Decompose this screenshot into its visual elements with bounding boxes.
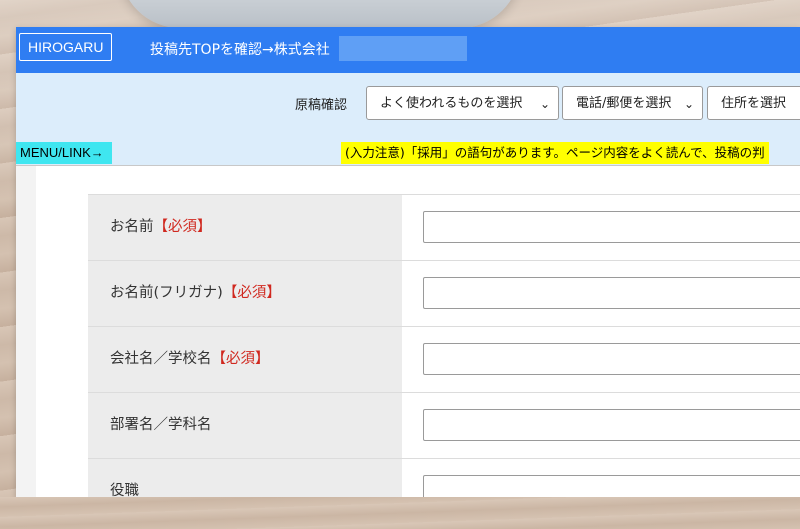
name-input[interactable] bbox=[423, 211, 800, 243]
contact-form-table: お名前【必須】 お名前(フリガナ)【必須】 会社名／学校名【必須】 部署名／学科… bbox=[88, 194, 800, 497]
form-area: お名前【必須】 お名前(フリガナ)【必須】 会社名／学校名【必須】 部署名／学科… bbox=[36, 166, 800, 497]
form-row-position: 役職 bbox=[88, 458, 800, 497]
form-row-name-kana: お名前(フリガナ)【必須】 bbox=[88, 260, 800, 326]
form-row-department: 部署名／学科名 bbox=[88, 392, 800, 458]
desk-foreground bbox=[0, 497, 800, 529]
chevron-down-icon: ⌄ bbox=[539, 97, 550, 111]
department-input[interactable] bbox=[423, 409, 800, 441]
required-badge: 【必須】 bbox=[153, 219, 212, 235]
field-label-text: お名前(フリガナ) bbox=[110, 285, 223, 301]
redacted-company-name bbox=[339, 36, 467, 61]
field-label: 部署名／学科名 bbox=[88, 393, 402, 458]
field-label-text: 役職 bbox=[110, 483, 139, 497]
top-header-bar: HIROGARU 投稿先TOPを確認→株式会社 bbox=[16, 27, 800, 73]
warning-banner: (入力注意)「採用」の語句があります。ページ内容をよく読んで、投稿の判 bbox=[341, 142, 769, 164]
address-select-label: 住所を選択 bbox=[721, 96, 787, 111]
name-kana-input[interactable] bbox=[423, 277, 800, 309]
target-top-link[interactable]: 投稿先TOPを確認→株式会社 bbox=[150, 39, 330, 59]
phone-mail-select-label: 電話/郵便を選択 bbox=[576, 96, 672, 111]
app-logo[interactable]: HIROGARU bbox=[19, 33, 113, 61]
common-items-select[interactable]: よく使われるものを選択 ⌄ bbox=[366, 86, 559, 120]
page-content: お名前【必須】 お名前(フリガナ)【必須】 会社名／学校名【必須】 部署名／学科… bbox=[16, 165, 800, 497]
phone-mail-select[interactable]: 電話/郵便を選択 ⌄ bbox=[562, 86, 703, 120]
field-label-text: 会社名／学校名 bbox=[110, 351, 212, 367]
required-badge: 【必須】 bbox=[222, 285, 281, 301]
form-row-company: 会社名／学校名【必須】 bbox=[88, 326, 800, 392]
company-input[interactable] bbox=[423, 343, 800, 375]
address-select[interactable]: 住所を選択 bbox=[707, 86, 800, 120]
menu-link-button[interactable]: MENU/LINK→ bbox=[16, 142, 112, 164]
field-label: 会社名／学校名【必須】 bbox=[88, 327, 402, 392]
toolbar: 原稿確認 よく使われるものを選択 ⌄ 電話/郵便を選択 ⌄ 住所を選択 MENU… bbox=[16, 73, 800, 165]
common-items-select-label: よく使われるものを選択 bbox=[380, 96, 523, 111]
browser-screen: HIROGARU 投稿先TOPを確認→株式会社 原稿確認 よく使われるものを選択… bbox=[16, 27, 800, 497]
draft-check-label[interactable]: 原稿確認 bbox=[295, 94, 347, 113]
field-label: 役職 bbox=[88, 459, 402, 497]
monitor-stand bbox=[120, 0, 520, 28]
form-row-name: お名前【必須】 bbox=[88, 194, 800, 260]
field-label: お名前【必須】 bbox=[88, 195, 402, 260]
position-input[interactable] bbox=[423, 475, 800, 497]
field-label-text: お名前 bbox=[110, 219, 154, 235]
field-label: お名前(フリガナ)【必須】 bbox=[88, 261, 402, 326]
field-label-text: 部署名／学科名 bbox=[110, 417, 212, 433]
chevron-down-icon: ⌄ bbox=[683, 97, 694, 111]
required-badge: 【必須】 bbox=[211, 351, 270, 367]
